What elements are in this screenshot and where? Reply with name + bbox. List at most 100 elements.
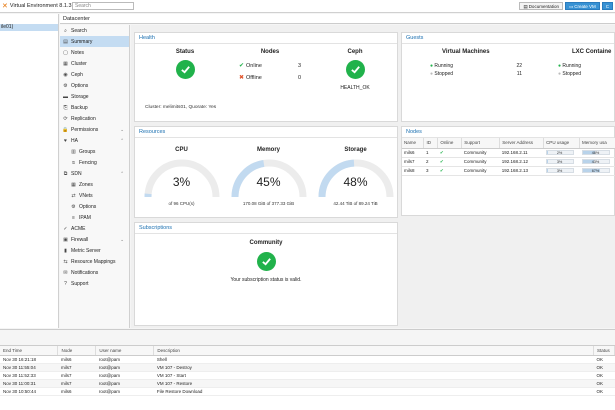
gauge-storage: Storage 48% 42.44 TiB of 89.24 TiB xyxy=(313,147,398,206)
subscription-check-icon xyxy=(256,252,276,271)
tasks-column-header[interactable]: Description xyxy=(153,346,594,356)
create-vm-button[interactable]: ▭ Create VM xyxy=(564,2,600,10)
task-status: OK xyxy=(593,371,615,380)
resources-title: Resources xyxy=(135,127,397,138)
nav-item-search[interactable]: ⌕ Search xyxy=(60,25,129,36)
table-row[interactable]: Nov 30 16:21:18 mils6 root@pam Shell OK xyxy=(0,355,615,364)
proxmox-logo-icon: ✕ xyxy=(2,3,8,10)
memory-usage-bar: 43% xyxy=(581,159,610,164)
zones-icon: ▦ xyxy=(71,181,76,188)
vnets-icon: ⇄ xyxy=(71,192,76,199)
chevron-icon[interactable]: ⌃ xyxy=(120,171,124,177)
create-ct-button[interactable]: C xyxy=(601,2,613,10)
chevron-icon[interactable]: ⌄ xyxy=(120,237,124,243)
vm-running-count: 22 xyxy=(516,63,522,69)
nav-item-ipam[interactable]: ≡ IPAM xyxy=(60,212,129,223)
table-row[interactable]: Nov 30 11:55:04 mils7 root@pam VM 107 - Des… xyxy=(0,363,615,372)
cluster-icon: ▦ xyxy=(63,60,68,67)
nav-item-backup[interactable]: ⎘ Backup xyxy=(60,102,129,113)
memory-usage-cell: 43% xyxy=(579,157,615,167)
status-label: Status xyxy=(175,49,195,55)
nav-item-storage[interactable]: ▬ Storage xyxy=(60,91,129,102)
nodes-column-header[interactable]: Support xyxy=(461,138,501,149)
nav-item-permissions[interactable]: 🔒 Permissions ⌄ xyxy=(60,124,129,135)
nodes-column-header[interactable]: CPU usage xyxy=(543,138,580,149)
table-row[interactable]: Nov 30 11:00:31 mils7 root@pam VM 107 - Res… xyxy=(0,379,615,388)
nav-item-acme[interactable]: ✓ ACME xyxy=(60,223,129,234)
nav-item-resource-mappings[interactable]: ⇆ Resource Mappings xyxy=(60,256,129,267)
nav-item-label: Summary xyxy=(71,38,93,45)
nodes-column-header[interactable]: ID xyxy=(423,138,439,149)
node-support: Community xyxy=(461,148,500,158)
nodes-column-header[interactable]: Online xyxy=(437,138,463,149)
online-count: 3 xyxy=(297,62,301,69)
table-row[interactable]: mils6 1 ✔ Community 192.168.2.11 2% 48% xyxy=(402,148,615,158)
online-check-icon: ✔ xyxy=(437,148,462,158)
metric-icon: ▮ xyxy=(64,247,67,254)
acme-icon: ✓ xyxy=(63,225,68,232)
nav-item-groups[interactable]: ▥ Groups xyxy=(60,146,129,157)
nav-item-zones[interactable]: ▦ Zones xyxy=(60,179,129,190)
table-row[interactable]: Nov 30 11:52:33 mils7 root@pam VM 107 - Sta… xyxy=(0,371,615,380)
offline-count: 0 xyxy=(297,74,301,81)
nav-item-label: Firewall xyxy=(71,236,89,243)
nav-item-notifications[interactable]: ✉ Notifications xyxy=(60,267,129,278)
nav-item-support[interactable]: ? Support xyxy=(60,278,129,289)
sdn-icon: ⧉ xyxy=(63,170,68,177)
nav-item-vnets[interactable]: ⇄ VNets xyxy=(60,190,129,201)
lxc-label: LXC Containe xyxy=(572,49,612,55)
resource-tree: ile01) xyxy=(0,14,59,328)
nav-item-summary[interactable]: ▤ Summary xyxy=(60,36,129,47)
nav-item-firewall[interactable]: ▣ Firewall ⌄ xyxy=(60,234,129,245)
chevron-icon[interactable]: ⌄ xyxy=(120,127,124,133)
top-bar: ✕ Virtual Environment 8.1.3 Search ▤ Docu… xyxy=(0,0,615,13)
nav-item-cluster[interactable]: ▦ Cluster xyxy=(60,58,129,69)
nodes-column-header[interactable]: Name xyxy=(402,138,425,149)
documentation-button[interactable]: ▤ Documentation xyxy=(519,2,563,10)
nodes-column-header[interactable]: Server Address xyxy=(499,138,545,149)
nav-item-ha[interactable]: ♥ HA ⌃ xyxy=(60,135,129,146)
nav-item-sdn[interactable]: ⧉ SDN ⌃ xyxy=(60,168,129,179)
health-title: Health xyxy=(135,33,397,44)
nav-item-ceph[interactable]: ◉ Ceph xyxy=(60,69,129,80)
nav-item-label: Groups xyxy=(79,148,96,155)
task-time: Nov 30 16:21:18 xyxy=(0,355,58,364)
book-icon: ▤ xyxy=(523,3,528,9)
nav-item-metric-server[interactable]: ▮ Metric Server xyxy=(60,245,129,256)
subscriptions-panel: Subscriptions Community Your subscriptio… xyxy=(134,222,398,326)
nav-item-options[interactable]: ⚙ Options xyxy=(60,201,129,212)
table-row[interactable]: Nov 30 10:50:44 mils6 root@pam File Restore… xyxy=(0,387,615,396)
task-node: mils6 xyxy=(57,387,96,396)
nav-item-replication[interactable]: ⟳ Replication xyxy=(60,113,129,124)
tree-item-datacenter[interactable]: ile01) xyxy=(0,24,58,31)
nav-item-options[interactable]: ⚙ Options xyxy=(60,80,129,91)
app-title: Virtual Environment 8.1.3 xyxy=(9,3,72,9)
nav-item-label: Backup xyxy=(71,104,88,111)
search-input[interactable]: Search xyxy=(72,2,134,10)
node-id: 3 xyxy=(423,166,438,176)
gauge-percent: 48% xyxy=(343,175,368,189)
tasks-column-header[interactable]: User name xyxy=(95,346,155,356)
tasks-column-header[interactable]: Node xyxy=(57,346,97,356)
gauge-sub: 170.08 GiB of 377.33 GiB xyxy=(242,201,295,206)
health-status: Status xyxy=(155,49,215,79)
tasks-column-header[interactable]: End Time xyxy=(0,346,59,356)
nav-item-notes[interactable]: ▢ Notes xyxy=(60,47,129,58)
table-row[interactable]: mils8 3 ✔ Community 192.168.2.13 3% 67% xyxy=(402,166,615,176)
nav-item-fencing[interactable]: ⦸ Fencing xyxy=(60,157,129,168)
task-status: OK xyxy=(593,379,615,388)
logo: ✕ Virtual Environment 8.1.3 xyxy=(0,2,72,10)
table-row[interactable]: mils7 2 ✔ Community 192.168.2.12 3% 43% xyxy=(402,157,615,167)
nav-item-label: Zones xyxy=(79,181,93,188)
online-check-icon: ✔ xyxy=(239,63,245,69)
task-user: root@pam xyxy=(95,363,154,372)
task-panel-splitter[interactable] xyxy=(0,329,615,345)
nav-item-label: Metric Server xyxy=(71,247,101,254)
nodes-column-header[interactable]: Memory usa xyxy=(579,138,615,149)
node-address: 192.168.2.11 xyxy=(499,148,544,158)
guests-panel: Guests Virtual Machines ● Running 22 ● St… xyxy=(401,32,615,122)
task-time: Nov 30 11:55:04 xyxy=(0,363,58,372)
tasks-column-header[interactable]: Status xyxy=(593,346,615,356)
chevron-icon[interactable]: ⌃ xyxy=(120,138,124,144)
task-node: mils7 xyxy=(57,363,96,372)
